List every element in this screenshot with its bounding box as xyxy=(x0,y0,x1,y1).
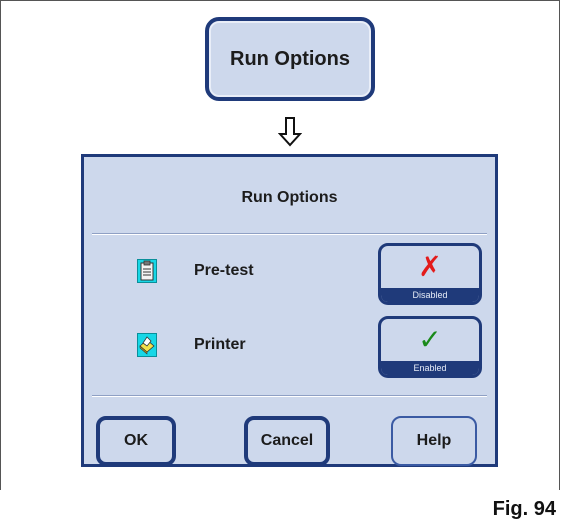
printer-state: Enabled xyxy=(381,361,479,375)
clipboard-icon xyxy=(137,259,157,283)
figure-label: Fig. 94 xyxy=(492,498,556,520)
run-options-button[interactable]: Run Options xyxy=(205,17,375,101)
check-icon: ✓ xyxy=(418,324,442,355)
pre-test-toggle[interactable]: ✗ Disabled xyxy=(378,243,482,305)
cancel-button[interactable]: Cancel xyxy=(244,416,330,466)
run-options-button-label: Run Options xyxy=(230,47,350,70)
printer-label: Printer xyxy=(194,336,246,353)
cancel-button-label: Cancel xyxy=(260,432,314,449)
run-options-dialog: Run Options Pre-test ✗ Disabled Printer … xyxy=(81,154,498,467)
pre-test-state: Disabled xyxy=(381,288,479,302)
ok-button[interactable]: OK xyxy=(96,416,176,466)
cross-icon: ✗ xyxy=(418,251,442,282)
divider xyxy=(92,233,487,235)
help-button[interactable]: Help xyxy=(391,416,477,466)
dialog-title: Run Options xyxy=(241,189,338,206)
pre-test-label: Pre-test xyxy=(194,262,254,279)
divider xyxy=(92,395,487,397)
help-button-label: Help xyxy=(416,432,452,449)
printer-toggle[interactable]: ✓ Enabled xyxy=(378,316,482,378)
ok-button-label: OK xyxy=(124,432,148,449)
down-arrow-icon xyxy=(278,117,302,147)
printer-icon xyxy=(137,333,157,357)
